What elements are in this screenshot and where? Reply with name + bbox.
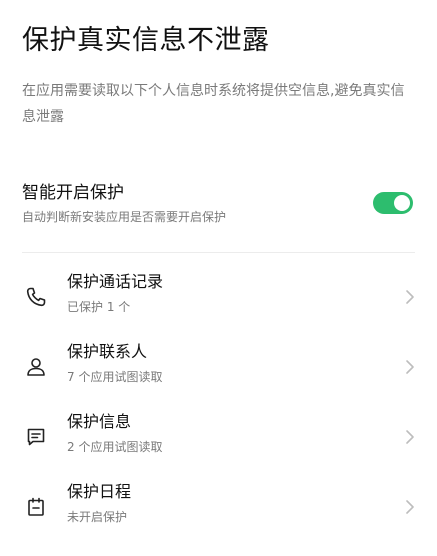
page-description: 在应用需要读取以下个人信息时系统将提供空信息,避免真实信息泄露: [22, 83, 405, 125]
calendar-icon: [24, 495, 48, 519]
smart-protect-title: 智能开启保护: [22, 183, 124, 203]
divider: [22, 252, 415, 253]
smart-protect-toggle[interactable]: [373, 192, 413, 214]
list-item-calendar[interactable]: 保护日程 未开启保护: [0, 476, 437, 542]
message-icon: [24, 425, 48, 449]
smart-protect-row: 智能开启保护 自动判断新安装应用是否需要开启保护: [22, 176, 415, 232]
chevron-right-icon: [403, 428, 417, 446]
phone-icon: [24, 285, 48, 309]
item-title: 保护日程: [67, 482, 132, 501]
chevron-right-icon: [403, 288, 417, 306]
item-subtitle: 未开启保护: [67, 510, 128, 524]
list-item-messages[interactable]: 保护信息 2 个应用试图读取: [0, 406, 437, 472]
list-item-call-log[interactable]: 保护通话记录 已保护 1 个: [0, 266, 437, 332]
item-subtitle: 已保护 1 个: [67, 300, 131, 314]
chevron-right-icon: [403, 358, 417, 376]
toggle-knob: [394, 195, 410, 211]
list-item-contacts[interactable]: 保护联系人 7 个应用试图读取: [0, 336, 437, 402]
item-title: 保护信息: [67, 412, 132, 431]
chevron-right-icon: [403, 498, 417, 516]
item-title: 保护联系人: [67, 342, 148, 361]
item-subtitle: 2 个应用试图读取: [67, 440, 163, 454]
item-subtitle: 7 个应用试图读取: [67, 370, 163, 384]
page-title: 保护真实信息不泄露: [22, 25, 270, 56]
item-title: 保护通话记录: [67, 272, 164, 291]
smart-protect-subtitle: 自动判断新安装应用是否需要开启保护: [22, 210, 227, 224]
contact-person-icon: [24, 355, 48, 379]
